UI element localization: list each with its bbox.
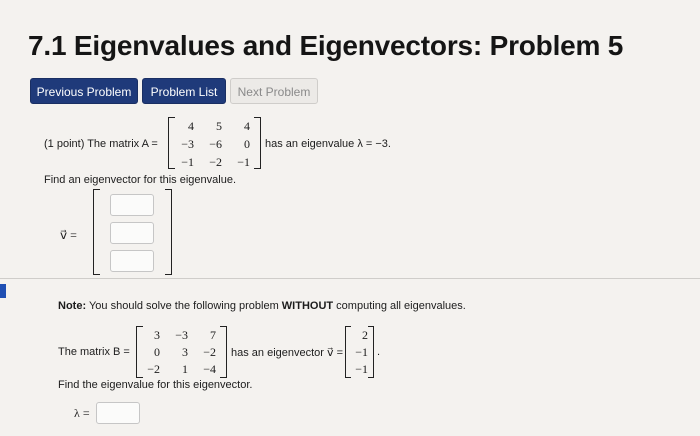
section-divider [0, 278, 700, 279]
matrix-b-cell: 7 [210, 328, 216, 342]
vector-v-label: v⃗ = [60, 228, 77, 242]
matrix-b-cell: 1 [182, 362, 188, 376]
matrix-a-cell: −3 [181, 137, 194, 151]
problem1-instruction: Find an eigenvector for this eigenvalue. [44, 174, 237, 186]
page-title: 7.1 Eigenvalues and Eigenvectors: Proble… [28, 30, 624, 61]
matrix-a-left-bracket [168, 117, 175, 169]
matrix-b-cell: −2 [147, 362, 160, 376]
sentence-period: . [377, 346, 381, 358]
matrix-b-cell: −2 [203, 345, 216, 359]
matrix-a-cell: −1 [237, 155, 250, 169]
note-text: Note: You should solve the following pro… [58, 300, 466, 312]
matrix-a-cell: −2 [209, 155, 222, 169]
problem-list-button[interactable]: Problem List [142, 78, 226, 104]
problem1-intro: (1 point) The matrix A = [44, 138, 158, 150]
problem1-eigenvalue-text: has an eigenvalue λ = −3. [265, 138, 391, 150]
vector-v-entry: 2 [362, 328, 368, 342]
matrix-b-right-bracket [220, 326, 227, 378]
matrix-b-cell: −4 [203, 362, 216, 376]
eigenvector-input-1[interactable] [110, 194, 154, 216]
vector-v-entry: −1 [355, 362, 368, 376]
matrix-b-cell: 0 [154, 345, 160, 359]
problem2-intro: The matrix B = [58, 346, 130, 358]
note-label: Note: [58, 300, 87, 312]
matrix-a-cell: −6 [209, 137, 222, 151]
matrix-a-right-bracket [254, 117, 261, 169]
problem2-instruction: Find the eigenvalue for this eigenvector… [58, 379, 253, 391]
matrix-b-cell: 3 [154, 328, 160, 342]
problem2-eigenvector-text: has an eigenvector v⃗ = [231, 347, 343, 359]
answer-vector-right-bracket [165, 189, 172, 275]
note-emphasis: WITHOUT [281, 300, 334, 312]
matrix-a-cell: 5 [216, 119, 222, 133]
matrix-a-cell: 4 [244, 119, 250, 133]
next-problem-button[interactable]: Next Problem [230, 78, 318, 104]
answer-vector-left-bracket [93, 189, 100, 275]
matrix-a-cell: −1 [181, 155, 194, 169]
matrix-b-cell: 3 [182, 345, 188, 359]
matrix-b-cell: −3 [175, 328, 188, 342]
eigenvector-input-3[interactable] [110, 250, 154, 272]
vector-v-right-bracket [368, 326, 374, 378]
eigenvector-input-2[interactable] [110, 222, 154, 244]
side-edge-marker [0, 284, 6, 298]
vector-v-entry: −1 [355, 345, 368, 359]
previous-problem-button[interactable]: Previous Problem [30, 78, 138, 104]
matrix-a-cell: 4 [188, 119, 194, 133]
note-body: You should solve the following problem [86, 300, 282, 312]
matrix-a-cell: 0 [244, 137, 250, 151]
lambda-label: λ = [74, 406, 90, 420]
note-end: computing all eigenvalues. [333, 300, 466, 312]
eigenvalue-input[interactable] [96, 402, 140, 424]
